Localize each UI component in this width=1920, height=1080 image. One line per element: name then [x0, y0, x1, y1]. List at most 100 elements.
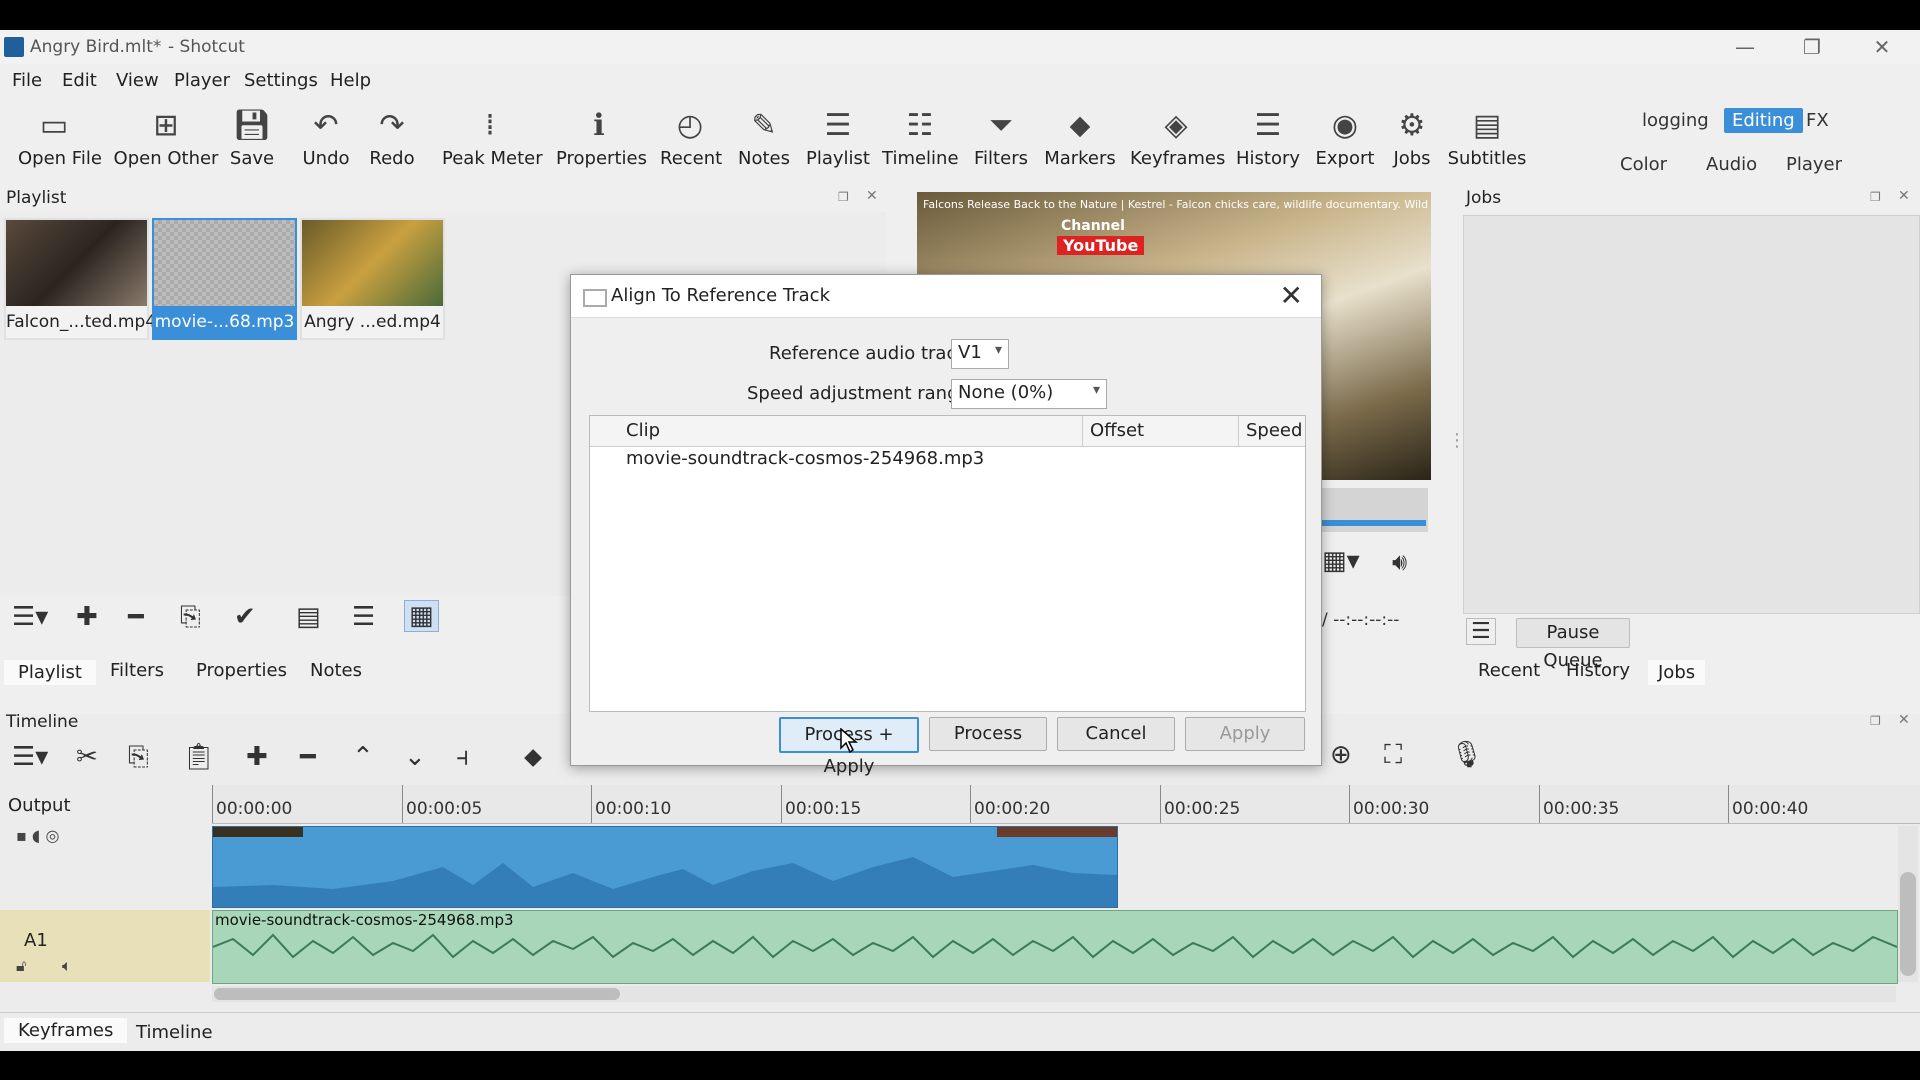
timeline-menu-icon[interactable]: ☰▾ — [12, 742, 48, 772]
close-panel-icon[interactable]: ✕ — [866, 188, 878, 204]
workspace-editing[interactable]: Editing — [1724, 108, 1803, 133]
menu-player[interactable]: Player — [174, 70, 230, 91]
pause-queue-button[interactable]: Pause Queue — [1516, 618, 1630, 671]
float-icon[interactable]: ❐ — [838, 190, 849, 204]
peak-meter-icon: ⁞ — [485, 107, 495, 143]
vertical-scroll-thumb[interactable] — [1900, 872, 1916, 976]
zoom-fit-icon[interactable]: ⛶ — [1384, 740, 1402, 771]
cancel-button[interactable]: Cancel — [1057, 717, 1175, 751]
close-panel-icon[interactable]: ✕ — [1898, 712, 1910, 728]
bottom-tab-bar — [0, 1012, 1920, 1051]
add-files-icon[interactable]: ⎘ — [180, 602, 201, 633]
append-icon[interactable]: ✚ — [246, 742, 268, 772]
menu-settings[interactable]: Settings — [244, 70, 318, 91]
zoom-in-icon[interactable]: ⊕ — [1330, 740, 1352, 770]
playlist-item[interactable]: Falcon_...ted.mp4 — [4, 218, 156, 340]
ripple-delete-icon[interactable]: ━ — [300, 742, 316, 772]
record-audio-icon[interactable]: 🎙︎ — [1450, 740, 1483, 770]
tab-timeline[interactable]: Timeline — [124, 1020, 225, 1045]
update-icon[interactable]: ✔ — [234, 602, 256, 632]
playlist-button[interactable]: ☰ Playlist — [806, 106, 870, 170]
menu-bar: File Edit View Player Settings Help — [0, 66, 1920, 96]
tab-playlist[interactable]: Playlist — [4, 660, 96, 685]
tab-keyframes[interactable]: Keyframes — [4, 1018, 128, 1043]
mute-audio-icon[interactable]: 🔈︎ — [62, 956, 72, 976]
lock-icon[interactable]: 🔓︎ — [16, 956, 26, 976]
time-ruler[interactable]: 00:00:00 00:00:05 00:00:10 00:00:15 00:0… — [212, 785, 1920, 824]
tab-notes[interactable]: Notes — [310, 660, 362, 681]
jobs-menu-icon[interactable]: ☰ — [1466, 618, 1496, 645]
chevron-down-icon: ▾ — [1092, 382, 1100, 398]
export-button[interactable]: ◉ Export — [1314, 106, 1376, 170]
properties-button[interactable]: ℹ Properties — [556, 106, 647, 170]
peak-meter-button[interactable]: ⁞ Peak Meter — [442, 106, 543, 170]
lift-icon[interactable]: ⌃ — [352, 742, 374, 772]
playlist-menu-icon[interactable]: ☰▾ — [12, 602, 48, 632]
markers-button[interactable]: ⬥ Markers — [1044, 106, 1116, 170]
video-clip[interactable] — [212, 826, 1118, 908]
restore-button[interactable]: ❐ — [1792, 34, 1832, 60]
cut-icon[interactable]: ✂ — [76, 742, 98, 772]
apply-button[interactable]: Apply — [1185, 717, 1305, 751]
menu-view[interactable]: View — [116, 70, 159, 91]
details-view-icon[interactable]: ▤ — [296, 602, 321, 632]
minimize-button[interactable]: — — [1725, 34, 1765, 60]
copy-icon[interactable]: ⎘ — [128, 742, 149, 773]
filters-button[interactable]: ⏷ Filters — [970, 106, 1032, 170]
subtitles-button[interactable]: ▤ Subtitles — [1446, 106, 1528, 170]
tab-filters[interactable]: Filters — [110, 660, 164, 681]
recent-button[interactable]: ◴ Recent — [660, 106, 722, 170]
tab-jobs[interactable]: Jobs — [1648, 660, 1706, 685]
tab-properties[interactable]: Properties — [196, 660, 287, 681]
column-clip[interactable]: Clip — [626, 420, 660, 441]
column-speed[interactable]: Speed — [1246, 420, 1302, 441]
workspace-audio[interactable]: Audio — [1706, 154, 1757, 175]
speed-range-select[interactable]: None (0%) ▾ — [951, 379, 1107, 409]
float-icon[interactable]: ❐ — [1870, 190, 1881, 204]
save-button[interactable]: 💾︎ Save — [228, 106, 276, 170]
paste-icon[interactable]: 📋︎ — [182, 742, 215, 772]
split-icon[interactable]: ⫞ — [456, 742, 469, 773]
float-icon[interactable]: ❐ — [1870, 714, 1881, 728]
close-panel-icon[interactable]: ✕ — [1898, 188, 1910, 204]
icon-view-icon[interactable]: ▦ — [404, 600, 439, 632]
open-other-button[interactable]: ⊞ Open Other — [112, 106, 220, 170]
add-icon[interactable]: ✚ — [76, 602, 98, 632]
mute-icon[interactable]: ▪ ◖ ◎ — [16, 826, 59, 845]
history-button[interactable]: ☰ History — [1234, 106, 1302, 170]
workspace-logging[interactable]: logging — [1642, 110, 1709, 131]
menu-help[interactable]: Help — [330, 70, 371, 91]
dialog-app-icon — [583, 289, 607, 307]
overwrite-icon[interactable]: ⌄ — [404, 742, 426, 772]
list-view-icon[interactable]: ☰ — [352, 602, 375, 632]
menu-file[interactable]: File — [12, 70, 42, 91]
reference-track-select[interactable]: V1 ▾ — [951, 339, 1009, 369]
audio-clip[interactable]: movie-soundtrack-cosmos-254968.mp3 — [212, 910, 1898, 984]
menu-edit[interactable]: Edit — [62, 70, 97, 91]
tab-recent[interactable]: Recent — [1478, 660, 1540, 681]
open-file-button[interactable]: ▭ Open File — [18, 106, 102, 170]
tab-history[interactable]: History — [1566, 660, 1630, 681]
marker-icon[interactable]: ⬥ — [524, 742, 542, 773]
remove-icon[interactable]: ━ — [128, 602, 144, 632]
playlist-item[interactable]: Angry ...ed.mp4 — [300, 218, 445, 340]
playlist-item[interactable]: movie-...68.mp3 — [152, 218, 297, 340]
undo-button[interactable]: ↶ Undo — [300, 106, 352, 170]
jobs-button[interactable]: ⚙ Jobs — [1388, 106, 1436, 170]
timeline-button[interactable]: ☷ Timeline — [882, 106, 959, 170]
horizontal-scroll-thumb[interactable] — [214, 988, 620, 1000]
workspace-player[interactable]: Player — [1786, 154, 1842, 175]
process-button[interactable]: Process — [929, 717, 1047, 751]
redo-button[interactable]: ↷ Redo — [368, 106, 416, 170]
notes-button[interactable]: ✎ Notes — [736, 106, 792, 170]
table-row[interactable]: movie-soundtrack-cosmos-254968.mp3 — [590, 446, 1305, 474]
workspace-color[interactable]: Color — [1620, 154, 1667, 175]
keyframes-button[interactable]: ◈ Keyframes — [1130, 106, 1225, 170]
volume-icon[interactable]: 🔊︎ — [1392, 548, 1407, 576]
column-offset[interactable]: Offset — [1090, 420, 1144, 441]
grid-icon[interactable]: ▦▾ — [1322, 546, 1360, 576]
dialog-close-icon[interactable]: ✕ — [1280, 279, 1303, 312]
workspace-fx[interactable]: FX — [1806, 110, 1829, 131]
close-button[interactable]: ✕ — [1862, 34, 1902, 60]
properties-icon: ℹ — [593, 107, 605, 143]
